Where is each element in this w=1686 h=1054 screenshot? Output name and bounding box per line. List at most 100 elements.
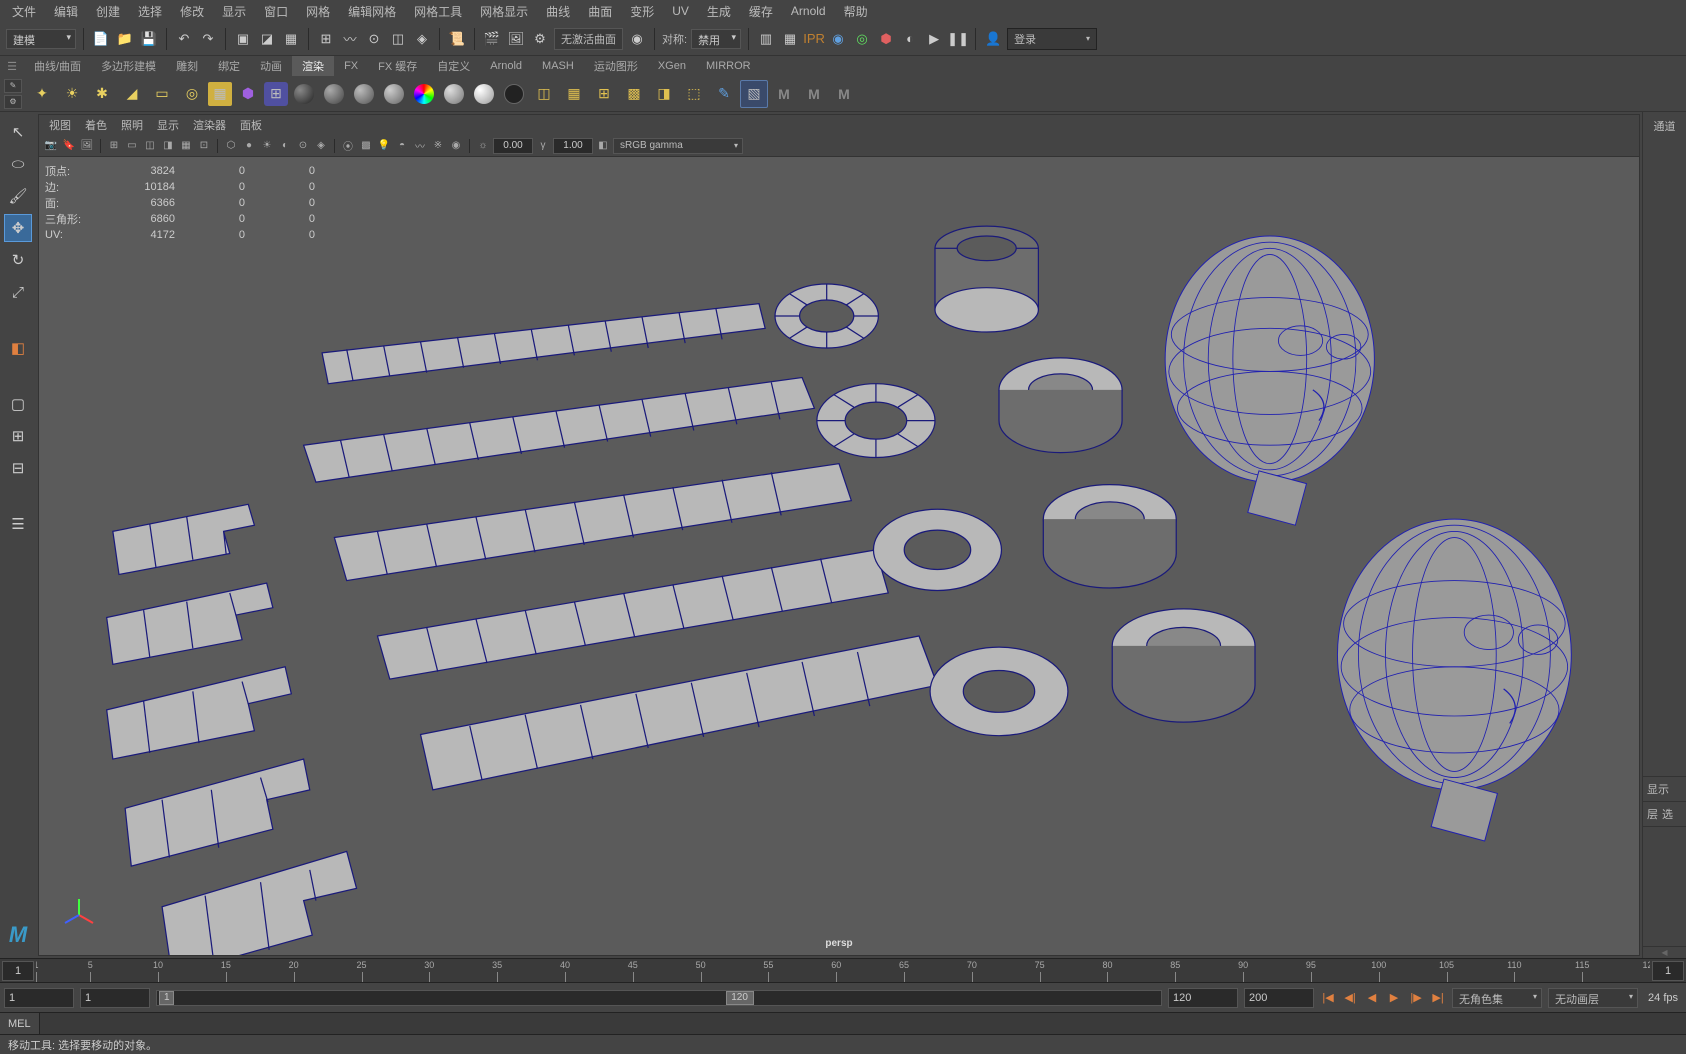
snap-curve-icon[interactable]: 〰: [340, 29, 360, 49]
vp-bookmark-icon[interactable]: 🔖: [61, 138, 77, 154]
vp-view-transform-icon[interactable]: ◧: [595, 138, 611, 154]
menu-deform[interactable]: 变形: [622, 1, 662, 22]
last-tool[interactable]: ◧: [4, 334, 32, 362]
render-icon[interactable]: 🎬: [482, 29, 502, 49]
vp-menu-lighting[interactable]: 照明: [115, 115, 149, 135]
volume-light-icon[interactable]: ◎: [178, 80, 206, 108]
shelf-tab-curves[interactable]: 曲线/曲面: [24, 56, 91, 76]
vp-exposure-input[interactable]: [493, 138, 533, 154]
material-2-icon[interactable]: [350, 80, 378, 108]
xray-icon[interactable]: ▥: [756, 29, 776, 49]
toggle1-icon[interactable]: ◐: [900, 29, 920, 49]
menu-editmesh[interactable]: 编辑网格: [340, 1, 404, 22]
lights-icon[interactable]: ◎: [852, 29, 872, 49]
render-settings-icon[interactable]: ⚙: [530, 29, 550, 49]
shelf-tab-motion[interactable]: 运动图形: [584, 56, 648, 76]
menu-edit[interactable]: 编辑: [46, 1, 86, 22]
texture-6-icon[interactable]: ⬚: [680, 80, 708, 108]
shelf-gear-icon[interactable]: ⚙: [4, 95, 22, 109]
menu-help[interactable]: 帮助: [836, 1, 876, 22]
texture-2-icon[interactable]: ▦: [560, 80, 588, 108]
step-forward-icon[interactable]: |▶: [1408, 990, 1424, 1006]
render-view-icon[interactable]: [290, 80, 318, 108]
shadows-icon[interactable]: ⬢: [876, 29, 896, 49]
range-handle-start[interactable]: 1: [159, 991, 174, 1005]
m-tool-1-icon[interactable]: M: [770, 80, 798, 108]
material-1-icon[interactable]: [320, 80, 348, 108]
ipr-icon[interactable]: 🖼: [506, 29, 526, 49]
anim-layer-dropdown[interactable]: 无动画层: [1548, 988, 1638, 1008]
menu-create[interactable]: 创建: [88, 1, 128, 22]
shelf-tab-rigging[interactable]: 绑定: [208, 56, 250, 76]
menu-select[interactable]: 选择: [130, 1, 170, 22]
batch-render-icon[interactable]: ▧: [740, 80, 768, 108]
vp-resolution-gate-icon[interactable]: ◫: [142, 138, 158, 154]
pause-icon[interactable]: ❚❚: [948, 29, 968, 49]
menu-meshtools[interactable]: 网格工具: [406, 1, 470, 22]
vp-menu-view[interactable]: 视图: [43, 115, 77, 135]
paint-select-tool[interactable]: 🖌: [4, 182, 32, 210]
layout-single-icon[interactable]: ▢: [4, 390, 32, 418]
select-obj-icon[interactable]: ◪: [257, 29, 277, 49]
menu-file[interactable]: 文件: [4, 1, 44, 22]
hypershade-icon[interactable]: ⊞: [264, 82, 288, 106]
texture-1-icon[interactable]: ◫: [530, 80, 558, 108]
outliner-icon[interactable]: ☰: [4, 510, 32, 538]
undo-icon[interactable]: ↶: [174, 29, 194, 49]
texture-5-icon[interactable]: ◨: [650, 80, 678, 108]
snap-grid-icon[interactable]: ⊞: [316, 29, 336, 49]
menu-display[interactable]: 显示: [214, 1, 254, 22]
texture-3-icon[interactable]: ⊞: [590, 80, 618, 108]
shelf-tab-mash[interactable]: MASH: [532, 58, 584, 74]
3d-paint-icon[interactable]: ✎: [710, 80, 738, 108]
vp-isolate-icon[interactable]: ⊙: [295, 138, 311, 154]
ramp-shader-icon[interactable]: [410, 80, 438, 108]
viewport-3d[interactable]: 顶点:382400 边:1018400 面:636600 三角形:686000 …: [39, 157, 1639, 955]
panel-resize-handle[interactable]: ◀: [1643, 946, 1686, 958]
snap-live-icon[interactable]: ◈: [412, 29, 432, 49]
texture-4-icon[interactable]: ▩: [620, 80, 648, 108]
vp-smooth-shade-icon[interactable]: ●: [241, 138, 257, 154]
command-input[interactable]: [40, 1013, 1686, 1034]
shaded-icon[interactable]: IPR: [804, 29, 824, 49]
new-scene-icon[interactable]: 📄: [91, 29, 111, 49]
menu-cache[interactable]: 缓存: [741, 1, 781, 22]
shelf-tab-mirror[interactable]: MIRROR: [696, 58, 761, 74]
menu-window[interactable]: 窗口: [256, 1, 296, 22]
workspace-dropdown[interactable]: 建模: [6, 29, 76, 49]
select-comp-icon[interactable]: ▦: [281, 29, 301, 49]
playback-start-input[interactable]: [80, 988, 150, 1008]
anim-start-input[interactable]: [4, 988, 74, 1008]
shelf-tab-custom[interactable]: 自定义: [427, 56, 480, 76]
ambient-light-icon[interactable]: ✦: [28, 80, 56, 108]
vp-image-plane-icon[interactable]: 🖼: [79, 138, 95, 154]
menu-meshdisplay[interactable]: 网格显示: [472, 1, 536, 22]
textured-icon[interactable]: ◉: [828, 29, 848, 49]
menu-curves[interactable]: 曲线: [538, 1, 578, 22]
select-hier-icon[interactable]: ▣: [233, 29, 253, 49]
go-to-start-icon[interactable]: |◀: [1320, 990, 1336, 1006]
menu-mesh[interactable]: 网格: [298, 1, 338, 22]
redo-icon[interactable]: ↷: [198, 29, 218, 49]
channel-box-tab[interactable]: 通道: [1643, 112, 1686, 140]
vp-safe-action-icon[interactable]: ⊡: [196, 138, 212, 154]
time-slider[interactable]: 1 15101520253035404550556065707580859095…: [0, 958, 1686, 982]
vp-menu-panels[interactable]: 面板: [234, 115, 268, 135]
select-tab[interactable]: 选: [1662, 806, 1673, 822]
vp-gamma-input[interactable]: [553, 138, 593, 154]
anim-end-input[interactable]: [1244, 988, 1314, 1008]
menu-arnold[interactable]: Arnold: [783, 2, 834, 20]
range-slider[interactable]: 1 120: [156, 990, 1162, 1006]
script-lang-button[interactable]: MEL: [0, 1013, 40, 1034]
current-frame-right[interactable]: 1: [1652, 961, 1684, 981]
shelf-tab-poly[interactable]: 多边形建模: [91, 56, 166, 76]
vp-motion-blur-icon[interactable]: 〰: [412, 138, 428, 154]
toggle-isolate-icon[interactable]: ◉: [627, 29, 647, 49]
material-4-icon[interactable]: [440, 80, 468, 108]
vp-menu-shading[interactable]: 着色: [79, 115, 113, 135]
shelf-tab-fx[interactable]: FX: [334, 58, 368, 74]
construction-history-icon[interactable]: 📜: [447, 29, 467, 49]
vp-menu-show[interactable]: 显示: [151, 115, 185, 135]
select-tool[interactable]: ↖: [4, 118, 32, 146]
vp-wireframe-icon[interactable]: ⬡: [223, 138, 239, 154]
